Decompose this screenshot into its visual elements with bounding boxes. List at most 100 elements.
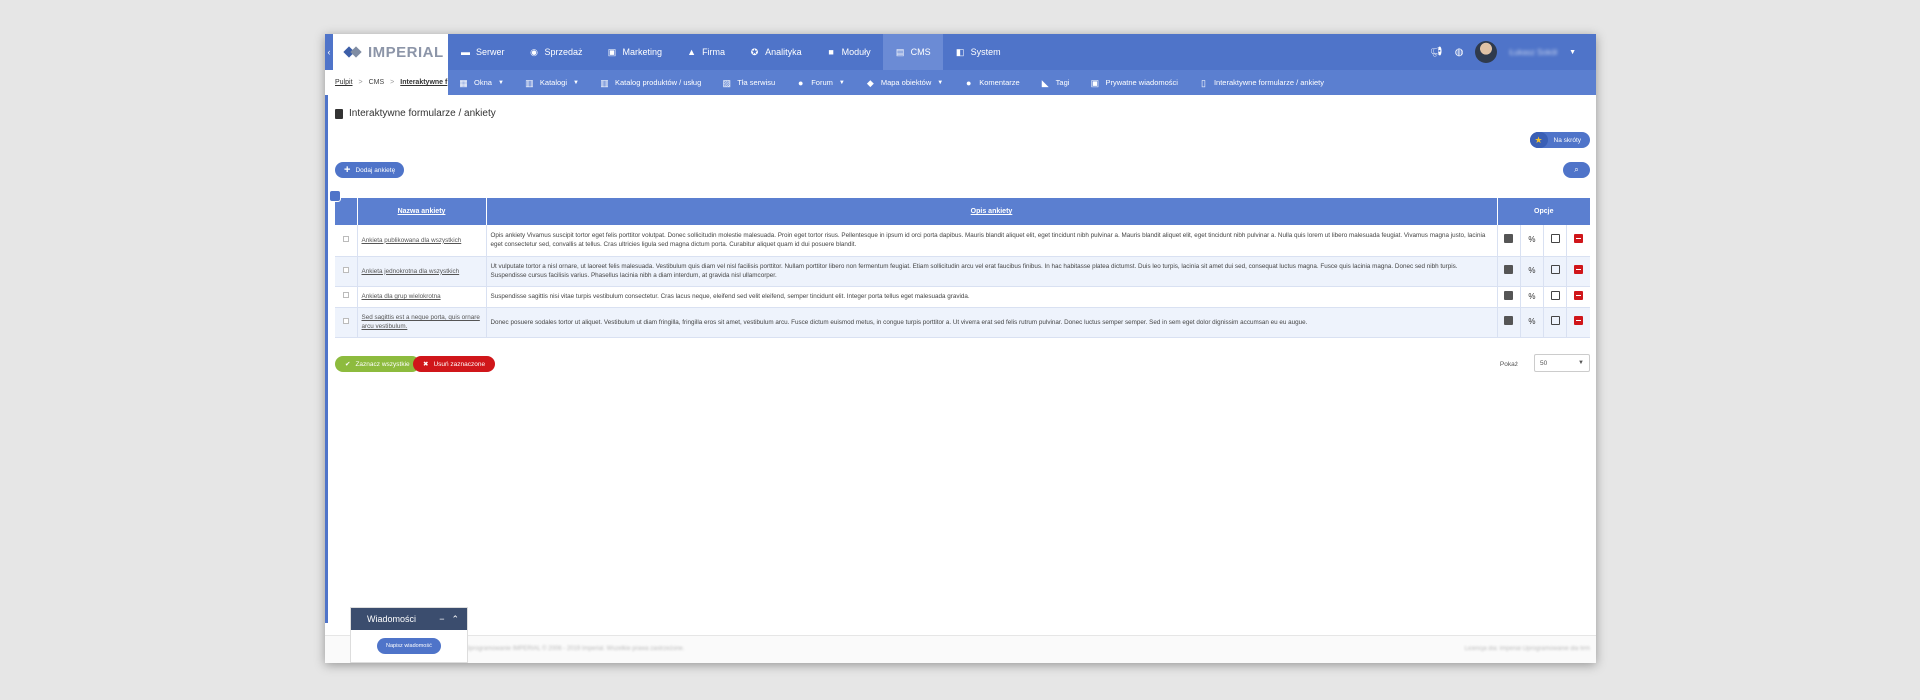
percent-icon[interactable]: %: [1527, 266, 1536, 275]
search-button[interactable]: ⌕: [1563, 162, 1590, 178]
messages-title: Wiadomości: [367, 614, 417, 624]
server-icon: ▬: [461, 47, 470, 57]
percent-icon[interactable]: %: [1527, 292, 1536, 301]
megaphone-icon[interactable]: 📢︎: [1430, 47, 1443, 58]
row-checkbox[interactable]: [342, 317, 349, 324]
per-page-select[interactable]: 50 ▼: [1534, 354, 1590, 372]
topnav-cms[interactable]: ▤ CMS: [882, 34, 943, 70]
subnav-prywatne-wiadomosci[interactable]: ▣ Prywatne wiadomości: [1079, 70, 1188, 95]
user-name[interactable]: Łukasz Sokół: [1509, 48, 1557, 57]
column-toggle-icon[interactable]: [329, 190, 341, 202]
logo-icon: [343, 46, 363, 58]
column-header-options: Opcje: [1497, 198, 1590, 225]
survey-name-cell: Ankieta jednokrotna dla wszystkich: [357, 256, 487, 286]
topnav-firma[interactable]: ▲ Firma: [674, 34, 737, 70]
option-cell: [1567, 256, 1590, 286]
delete-icon[interactable]: [1574, 234, 1584, 244]
survey-description: Opis ankiety Vivamus suscipit tortor ege…: [486, 225, 1498, 256]
footer-license: Licencja dla: Imperial Oprogramowanie dl…: [1464, 646, 1590, 652]
subnav-okna[interactable]: ▦ Okna ▼: [448, 70, 514, 95]
subnav-mapa-obiektow[interactable]: ◆ Mapa obiektów ▼: [855, 70, 953, 95]
topnav-moduly[interactable]: ■ Moduły: [814, 34, 883, 70]
windows-icon: ▦: [459, 77, 468, 88]
breadcrumb-cms[interactable]: CMS: [369, 79, 385, 86]
delete-icon[interactable]: [1574, 316, 1584, 325]
row-select-cell: [335, 286, 358, 307]
subnav-tla-serwisu[interactable]: ▨ Tła serwisu: [711, 70, 785, 95]
topnav-marketing[interactable]: ▣ Marketing: [595, 34, 675, 70]
percent-icon[interactable]: %: [1527, 317, 1536, 326]
subnav-katalogi[interactable]: ▥ Katalogi ▼: [514, 70, 589, 95]
survey-name-cell: Sed sagittis est a neque porta, quis orn…: [357, 307, 487, 337]
chevron-down-icon[interactable]: ▼: [1569, 49, 1576, 56]
option-cell: [1543, 286, 1568, 307]
percent-icon[interactable]: %: [1527, 235, 1536, 244]
survey-name-cell: Ankieta dla grup wielokrotna: [357, 286, 487, 307]
logo[interactable]: IMPERIAL: [333, 34, 448, 70]
row-checkbox[interactable]: [342, 266, 349, 273]
delete-icon[interactable]: [1574, 290, 1584, 300]
check-all-button[interactable]: ✔ Zaznacz wszystkie: [335, 356, 420, 372]
search-icon: ⌕: [1574, 165, 1579, 174]
edit-icon[interactable]: [1550, 316, 1560, 325]
breadcrumb-current[interactable]: Interaktywne f: [400, 79, 447, 86]
subnav-formularze[interactable]: ▯ Interaktywne formularze / ankiety: [1188, 70, 1334, 95]
table-row: Ankieta publikowana dla wszystkich Opis …: [335, 225, 1590, 256]
topnav-analityka[interactable]: ✪ Analityka: [737, 34, 814, 70]
option-cell: [1567, 307, 1590, 337]
edit-icon[interactable]: [1550, 265, 1560, 274]
row-checkbox[interactable]: [342, 292, 349, 298]
check-all-label: Zaznacz wszystkie: [355, 360, 410, 368]
surveys-table: Nazwa ankiety Opis ankiety Opcje Ankieta…: [335, 198, 1590, 338]
minimize-icon[interactable]: −: [439, 614, 444, 625]
add-survey-button[interactable]: + Dodaj ankietę: [335, 162, 405, 178]
sidebar-collapse-button[interactable]: ‹: [325, 34, 333, 70]
edit-icon[interactable]: [1550, 290, 1560, 300]
column-header-name[interactable]: Nazwa ankiety: [357, 198, 487, 225]
footer: Oprogramowanie IMPERIAL © 2006 - 2019 Im…: [325, 635, 1596, 663]
topnav-system[interactable]: ◧ System: [943, 34, 1013, 70]
topnav-sprzedaz[interactable]: ◉ Sprzedaż: [517, 34, 595, 70]
chevron-up-icon[interactable]: ⌃: [451, 614, 459, 625]
globe-icon[interactable]: ◍: [1455, 47, 1464, 58]
survey-name-link[interactable]: Ankieta dla grup wielokrotna: [362, 293, 441, 300]
delete-selected-button[interactable]: ✖ Usuń zaznaczone: [413, 356, 496, 372]
topnav-serwer[interactable]: ▬ Serwer: [448, 34, 517, 70]
subnav-katalog-produktow[interactable]: ▥ Katalog produktów / usług: [589, 70, 711, 95]
document-icon[interactable]: [1504, 265, 1514, 274]
survey-name-link[interactable]: Sed sagittis est a neque porta, quis orn…: [362, 314, 480, 330]
option-cell: [1543, 307, 1568, 337]
table-row: Ankieta jednokrotna dla wszystkich Ut vu…: [335, 256, 1590, 286]
cms-icon: ▤: [895, 47, 905, 57]
favorites-label: Na skróty: [1553, 136, 1581, 144]
form-icon: ▯: [1200, 77, 1206, 88]
edit-icon[interactable]: [1550, 234, 1560, 244]
document-icon[interactable]: [1504, 316, 1514, 325]
avatar[interactable]: [1475, 41, 1498, 63]
subnav-forum[interactable]: ● Forum ▼: [785, 70, 855, 95]
subnav-tagi[interactable]: ◣ Tagi: [1030, 70, 1080, 95]
delete-selected-label: Usuń zaznaczone: [433, 360, 486, 368]
survey-name-link[interactable]: Ankieta publikowana dla wszystkich: [362, 237, 462, 244]
column-header-description[interactable]: Opis ankiety: [486, 198, 1498, 225]
sub-navigation: ▦ Okna ▼ ▥ Katalogi ▼ ▥ Katalog produktów / u…: [448, 70, 1596, 95]
subnav-komentarze[interactable]: ● Komentarze: [953, 70, 1029, 95]
breadcrumb-pulpit[interactable]: Pulpit: [335, 79, 353, 86]
document-icon[interactable]: [1504, 234, 1514, 244]
survey-name-link[interactable]: Ankieta jednokrotna dla wszystkich: [362, 268, 460, 275]
table-row: Sed sagittis est a neque porta, quis orn…: [335, 307, 1590, 337]
delete-icon[interactable]: [1574, 265, 1584, 274]
row-checkbox[interactable]: [342, 235, 349, 242]
comments-icon: ●: [966, 77, 972, 88]
breadcrumb-separator: >: [390, 79, 395, 86]
footer-copyright: Oprogramowanie IMPERIAL © 2006 - 2019 Im…: [465, 646, 685, 652]
write-message-button[interactable]: Napisz wiadomość: [377, 638, 441, 654]
messages-widget-header[interactable]: Wiadomości − ⌃: [351, 608, 467, 630]
document-icon[interactable]: [1504, 290, 1514, 300]
option-cell: [1497, 225, 1521, 256]
per-page-label: Pokaż: [1499, 361, 1518, 368]
map-marker-icon: ◆: [866, 77, 874, 88]
favorites-button[interactable]: ★ Na skróty: [1529, 132, 1590, 148]
option-cell: [1497, 256, 1521, 286]
caret-down-icon: ▼: [937, 79, 944, 86]
